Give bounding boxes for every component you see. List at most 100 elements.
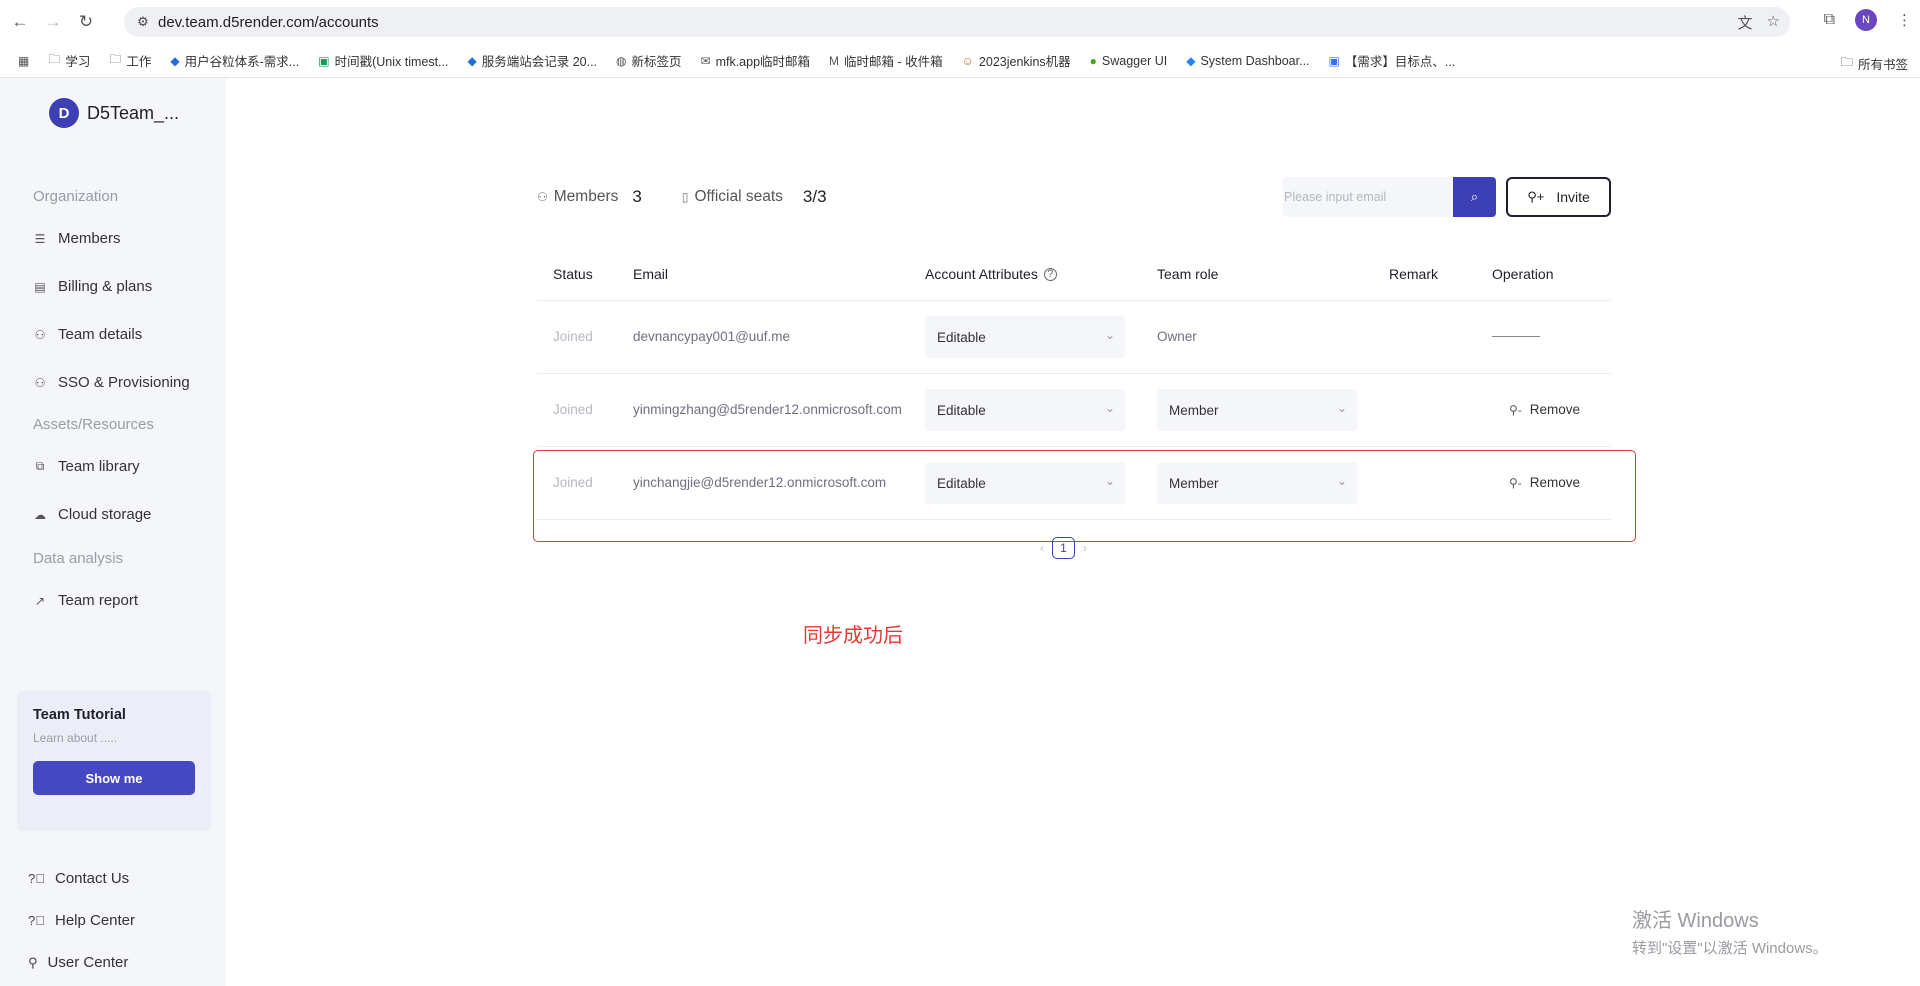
section-data-analysis: Data analysis (33, 550, 124, 567)
annotation-text: 同步成功后 (803, 625, 903, 647)
bookmark-item[interactable]: ☺ 2023jenkins机器 (962, 51, 1071, 70)
no-operation-dash (1492, 336, 1540, 337)
bookmark-icon: ◆ (170, 53, 180, 68)
bookmark-icon: ▣ (318, 53, 330, 68)
table-header: Status Email Account Attributes ? Team r… (537, 252, 1611, 301)
user-center-link[interactable]: ⚲ User Center (28, 954, 128, 971)
prev-page-icon[interactable]: ‹ (1040, 541, 1044, 555)
table-row: Joined yinmingzhang@d5render12.onmicroso… (537, 374, 1611, 447)
bookmark-item[interactable]: ▣ 时间戳(Unix timest... (318, 51, 448, 70)
sidebar-item-sso[interactable]: ⚇ SSO & Provisioning (33, 374, 190, 391)
page-number[interactable]: 1 (1052, 537, 1075, 559)
jira-icon: ◆ (1186, 53, 1196, 68)
column-status: Status (553, 266, 593, 282)
bookmarks-bar: ▦ 🗀 学习 🗀 工作 ◆ 用户谷粒体系-需求... ▣ 时间戳(Unix timest… (0, 44, 1920, 78)
section-assets: Assets/Resources (33, 416, 154, 433)
bookmark-item[interactable]: ◍ 新标签页 (616, 51, 682, 70)
bookmark-item[interactable]: ◆ 用户谷粒体系-需求... (170, 51, 299, 70)
sidebar-item-billing[interactable]: ▤ Billing & plans (33, 278, 152, 295)
doc-icon: ▣ (1328, 53, 1340, 68)
info-icon[interactable]: ? (1043, 267, 1057, 281)
site-settings-icon[interactable]: ⚙ (134, 13, 152, 31)
search-icon: ⌕ (1470, 189, 1479, 204)
team-icon: ⚇ (34, 327, 46, 342)
url-text[interactable]: dev.team.d5render.com/accounts (158, 14, 379, 31)
attribute-select[interactable]: Editable ⌄ (925, 389, 1125, 431)
windows-watermark: 激活 Windows 转到"设置"以激活 Windows。 (1632, 910, 1828, 957)
column-operation: Operation (1492, 266, 1554, 282)
bookmark-icon: ◆ (467, 53, 477, 68)
role-select[interactable]: Member ⌄ (1157, 389, 1357, 431)
seat-icon: ▯ (681, 190, 689, 204)
team-tutorial-card: Team Tutorial Learn about ..... Show me (17, 691, 211, 831)
tutorial-title: Team Tutorial (33, 707, 126, 723)
email-text: devnancypay001@uuf.me (633, 329, 791, 344)
bookmark-item[interactable]: M 临时邮箱 - 收件箱 (829, 51, 943, 70)
sliders-icon: ☰ (34, 231, 46, 246)
contact-us-link[interactable]: ?⃝ Contact Us (28, 870, 129, 887)
sidebar-item-members[interactable]: ☰ Members (33, 230, 121, 247)
back-icon[interactable]: ← (7, 9, 33, 35)
column-remark: Remark (1389, 266, 1439, 282)
user-icon: ⚲ (28, 954, 38, 970)
highlight-box (533, 450, 1636, 542)
cloud-icon: ☁ (34, 507, 46, 522)
translate-icon[interactable]: 文 (1738, 12, 1753, 33)
folder-icon: 🗀 (48, 52, 61, 66)
chevron-down-icon: ⌄ (1104, 401, 1115, 415)
folder-icon: 🗀 (1840, 55, 1853, 69)
jenkins-icon: ☺ (961, 53, 974, 68)
globe-icon: ◍ (616, 53, 627, 68)
folder-icon: 🗀 (109, 52, 122, 66)
swagger-icon: ● (1089, 53, 1097, 68)
address-bar[interactable]: ⚙ dev.team.d5render.com/accounts 文 ☆ (124, 7, 1790, 37)
bookmark-item[interactable]: ◆ System Dashboar... (1186, 54, 1309, 68)
forward-icon[interactable]: → (40, 9, 66, 35)
bookmark-item[interactable]: 🗀 工作 (109, 50, 151, 71)
next-page-icon[interactable]: › (1083, 541, 1087, 555)
extensions-icon[interactable]: ⧉ (1824, 11, 1835, 29)
pagination: ‹ 1 › (1040, 537, 1087, 559)
team-avatar: D (49, 98, 79, 128)
team-switcher[interactable]: D D5Team_... (49, 98, 179, 128)
mail-icon: ✉ (700, 53, 711, 68)
apps-icon[interactable]: ▦ (18, 54, 29, 68)
seats-stat: ▯ Official seats 3/3 (681, 187, 827, 206)
bookmark-item[interactable]: 🗀 学习 (48, 50, 90, 71)
sidebar-item-team-report[interactable]: ↗ Team report (33, 592, 138, 609)
show-me-button[interactable]: Show me (33, 761, 195, 795)
remove-user-icon: ⚲- (1509, 402, 1522, 417)
column-role: Team role (1157, 266, 1219, 282)
bookmark-item[interactable]: ● Swagger UI (1090, 54, 1168, 68)
sidebar-item-cloud-storage[interactable]: ☁ Cloud storage (33, 506, 151, 523)
invite-button[interactable]: ⚲+ Invite (1506, 177, 1611, 217)
chevron-down-icon: ⌄ (1104, 328, 1115, 342)
help-center-link[interactable]: ?⃝ Help Center (28, 912, 135, 929)
team-icon: ⚇ (34, 375, 46, 390)
sidebar-item-team-details[interactable]: ⚇ Team details (33, 326, 143, 343)
table-row: Joined devnancypay001@uuf.me Editable ⌄ … (537, 301, 1611, 374)
reload-icon[interactable]: ↻ (73, 9, 99, 35)
members-count: 3 (632, 187, 642, 206)
sidebar-item-team-library[interactable]: ⧉ Team library (33, 458, 140, 475)
all-bookmarks[interactable]: 🗀 所有书签 (1840, 53, 1908, 74)
members-icon: ⚇ (537, 190, 548, 204)
status-text: Joined (553, 329, 593, 344)
tutorial-subtitle: Learn about ..... (33, 731, 118, 745)
trend-icon: ↗ (34, 593, 46, 608)
bookmark-item[interactable]: ✉ mfk.app临时邮箱 (701, 51, 811, 70)
bookmark-item[interactable]: ◆ 服务端站会记录 20... (467, 51, 597, 70)
help-circle-icon: ?⃝ (28, 871, 45, 886)
remove-button[interactable]: ⚲- Remove (1509, 402, 1580, 417)
column-email: Email (633, 266, 669, 282)
star-icon[interactable]: ☆ (1767, 12, 1780, 33)
attribute-select[interactable]: Editable ⌄ (925, 316, 1125, 358)
menu-icon[interactable]: ⋮ (1897, 11, 1912, 29)
browser-toolbar: ← → ↻ ⚙ dev.team.d5render.com/accounts 文… (0, 0, 1920, 44)
section-organization: Organization (33, 188, 119, 205)
sidebar: D D5Team_... Organization ☰ Members ▤ Bi… (0, 78, 226, 986)
help-circle-icon: ?⃝ (28, 913, 45, 928)
search-button[interactable]: ⌕ (1453, 177, 1496, 217)
profile-avatar[interactable]: N (1855, 9, 1877, 31)
bookmark-item[interactable]: ▣ 【需求】目标点、... (1329, 51, 1456, 70)
